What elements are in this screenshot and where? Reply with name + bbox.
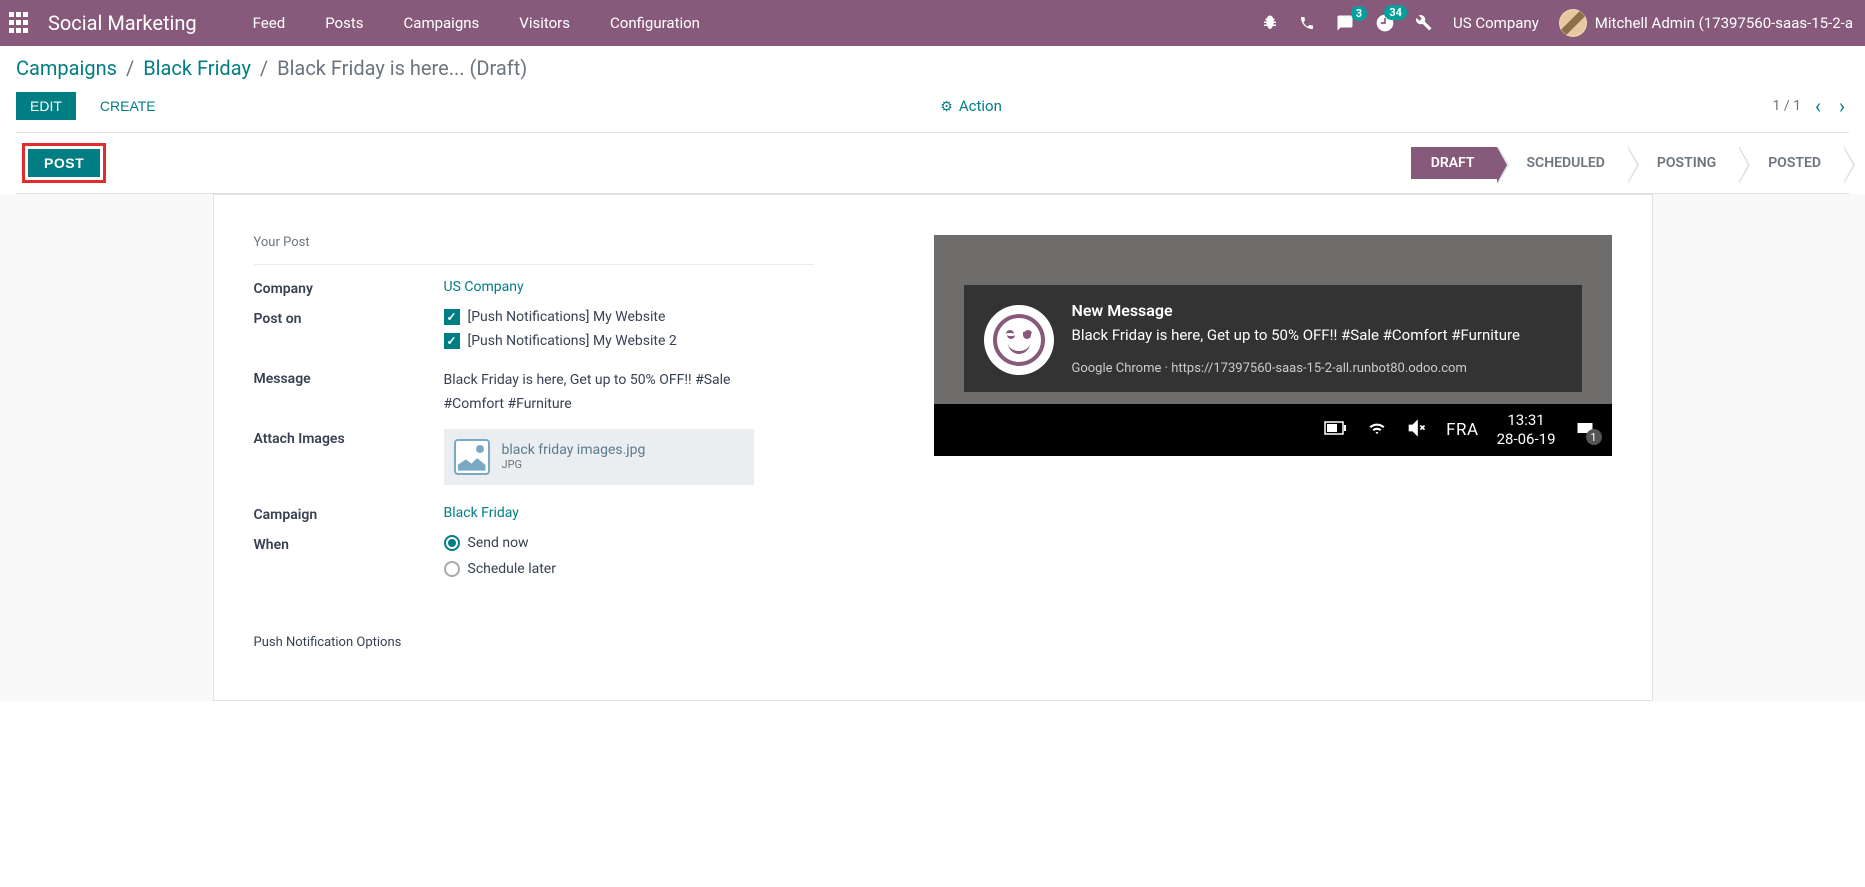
label-post-on: Post on — [254, 309, 444, 357]
chat-badge: 3 — [1351, 6, 1367, 21]
notification-footer: Google Chrome · https://17397560-saas-15… — [1072, 361, 1520, 376]
radio-schedule-later[interactable] — [444, 561, 460, 577]
checkbox-website-1[interactable] — [444, 309, 460, 325]
notification-body: Black Friday is here, Get up to 50% OFF!… — [1072, 324, 1520, 347]
nav-configuration[interactable]: Configuration — [590, 0, 720, 46]
tools-icon[interactable] — [1415, 14, 1433, 32]
post-button-highlight: POST — [22, 143, 106, 183]
apps-icon[interactable] — [8, 11, 32, 35]
value-campaign[interactable]: Black Friday — [444, 505, 894, 523]
step-scheduled[interactable]: SCHEDULED — [1497, 147, 1627, 179]
post-on-option-1: [Push Notifications] My Website — [468, 309, 666, 325]
pager-next[interactable]: › — [1835, 94, 1849, 118]
statusbar: POST DRAFT SCHEDULED POSTING POSTED — [16, 132, 1849, 194]
section-push-options: Push Notification Options — [254, 635, 894, 650]
systray: 3 34 US Company Mitchell Admin (17397560… — [1261, 9, 1857, 37]
volume-mute-icon — [1406, 418, 1428, 442]
label-campaign: Campaign — [254, 505, 444, 523]
label-company: Company — [254, 279, 444, 297]
taskbar-lang: FRA — [1446, 420, 1478, 440]
phone-icon[interactable] — [1299, 15, 1315, 31]
image-file-icon — [454, 439, 490, 475]
form-sheet: Your Post Company US Company Post on [Pu… — [213, 194, 1653, 701]
nav-posts[interactable]: Posts — [305, 0, 383, 46]
pager: 1 / 1 ‹ › — [1773, 94, 1850, 118]
breadcrumb-black-friday[interactable]: Black Friday — [143, 56, 251, 80]
smiley-icon — [993, 314, 1045, 366]
preview-taskbar: FRA 13:31 28-06-19 1 — [934, 404, 1612, 456]
pager-prev[interactable]: ‹ — [1811, 94, 1825, 118]
attachment-name: black friday images.jpg — [502, 442, 646, 458]
edit-button[interactable]: EDIT — [16, 92, 76, 120]
notification-title: New Message — [1072, 301, 1520, 320]
action-label: Action — [959, 97, 1002, 115]
label-attach: Attach Images — [254, 429, 444, 485]
activity-badge: 34 — [1384, 5, 1407, 20]
bug-icon[interactable] — [1261, 14, 1279, 32]
wifi-icon — [1366, 419, 1388, 441]
notification-icon — [984, 305, 1054, 375]
company-switcher[interactable]: US Company — [1453, 14, 1539, 32]
chat-icon[interactable]: 3 — [1335, 14, 1355, 32]
user-name: Mitchell Admin (17397560-saas-15-2-a — [1595, 14, 1853, 32]
avatar — [1559, 9, 1587, 37]
divider — [254, 264, 814, 265]
label-when: When — [254, 535, 444, 585]
taskbar-datetime: 13:31 28-06-19 — [1497, 411, 1556, 450]
nav-menu: Feed Posts Campaigns Visitors Configurat… — [233, 0, 720, 46]
section-your-post: Your Post — [254, 235, 894, 250]
label-message: Message — [254, 369, 444, 417]
value-company[interactable]: US Company — [444, 279, 894, 297]
nav-feed[interactable]: Feed — [233, 0, 306, 46]
user-menu[interactable]: Mitchell Admin (17397560-saas-15-2-a — [1559, 9, 1853, 37]
when-send-now: Send now — [468, 535, 529, 551]
checkbox-website-2[interactable] — [444, 333, 460, 349]
gear-icon — [940, 97, 953, 115]
step-posted[interactable]: POSTED — [1738, 147, 1843, 179]
pager-value: 1 / 1 — [1773, 98, 1801, 114]
post-button[interactable]: POST — [28, 149, 100, 177]
breadcrumb: Campaigns / Black Friday / Black Friday … — [16, 56, 1849, 80]
breadcrumb-campaigns[interactable]: Campaigns — [16, 56, 117, 80]
step-draft[interactable]: DRAFT — [1411, 147, 1497, 179]
create-button[interactable]: CREATE — [86, 92, 170, 120]
action-menu[interactable]: Action — [940, 97, 1002, 115]
control-panel: Campaigns / Black Friday / Black Friday … — [0, 46, 1865, 194]
notification-preview: New Message Black Friday is here, Get up… — [934, 235, 1612, 456]
status-steps: DRAFT SCHEDULED POSTING POSTED — [1411, 147, 1843, 179]
when-schedule-later: Schedule later — [468, 561, 556, 577]
taskbar-notifications-icon: 1 — [1574, 418, 1596, 442]
radio-send-now[interactable] — [444, 535, 460, 551]
app-title[interactable]: Social Marketing — [48, 11, 197, 35]
post-on-option-2: [Push Notifications] My Website 2 — [468, 333, 677, 349]
activity-icon[interactable]: 34 — [1375, 13, 1395, 33]
step-posting[interactable]: POSTING — [1627, 147, 1738, 179]
nav-campaigns[interactable]: Campaigns — [384, 0, 500, 46]
nav-visitors[interactable]: Visitors — [499, 0, 590, 46]
battery-icon — [1324, 420, 1348, 440]
attachment-card[interactable]: black friday images.jpg JPG — [444, 429, 754, 485]
breadcrumb-current: Black Friday is here... (Draft) — [277, 56, 527, 80]
attachment-type: JPG — [502, 458, 646, 471]
top-navbar: Social Marketing Feed Posts Campaigns Vi… — [0, 0, 1865, 46]
value-message: Black Friday is here, Get up to 50% OFF!… — [444, 369, 744, 417]
notification-card: New Message Black Friday is here, Get up… — [964, 285, 1582, 392]
